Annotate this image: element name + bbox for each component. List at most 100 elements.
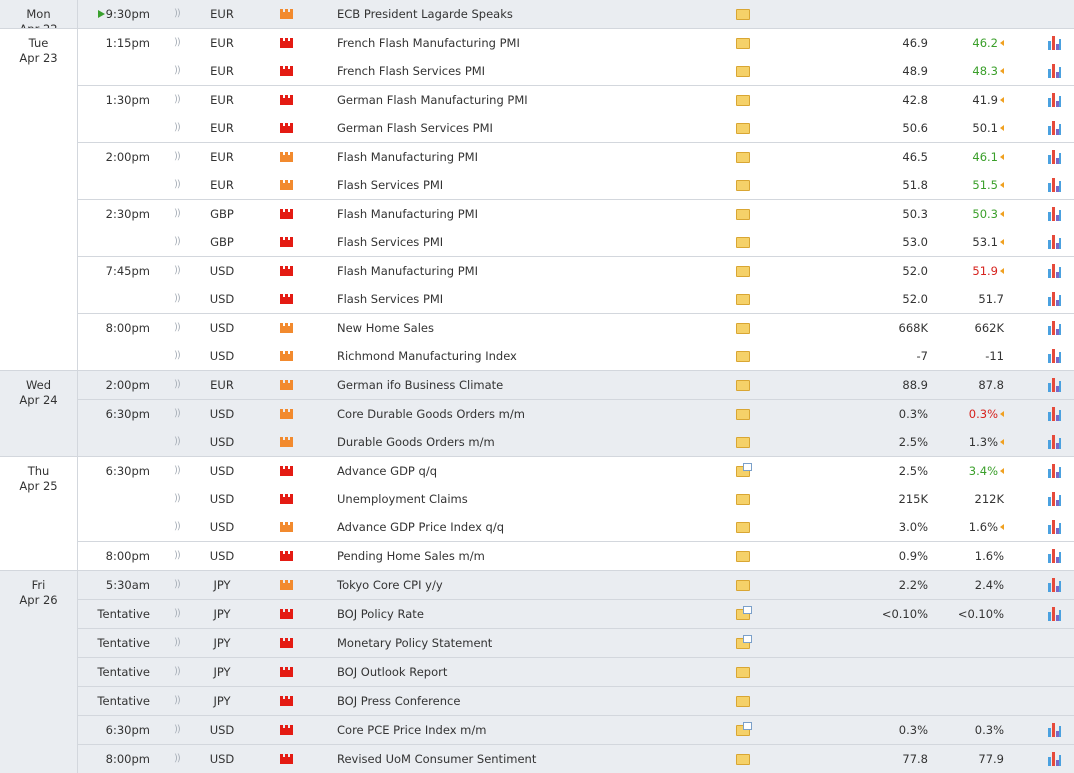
history-chart-icon[interactable]	[1048, 349, 1062, 363]
history-chart-icon[interactable]	[1048, 207, 1062, 221]
history-chart-icon[interactable]	[1048, 435, 1062, 449]
event-details-folder-icon[interactable]	[736, 494, 750, 505]
impact-high-icon[interactable]	[280, 754, 293, 764]
event-details-folder-icon[interactable]	[736, 580, 750, 591]
impact-medium-icon[interactable]	[280, 380, 293, 390]
event-row[interactable]: Tentative)) JPY BOJ Press Conference	[78, 687, 1074, 715]
event-title[interactable]: BOJ Policy Rate	[337, 600, 424, 628]
event-row[interactable]: )) USD Flash Services PMI 52.0 51.7	[78, 285, 1074, 313]
history-chart-icon[interactable]	[1048, 292, 1062, 306]
event-row[interactable]: Tentative)) JPY BOJ Policy Rate <0.10% <0.10…	[78, 600, 1074, 628]
history-chart-icon[interactable]	[1048, 150, 1062, 164]
event-details-folder-icon[interactable]	[736, 237, 750, 248]
event-details-folder-icon[interactable]	[736, 754, 750, 765]
event-row[interactable]: 8:00pm)) USD New Home Sales 668K 662K	[78, 314, 1074, 342]
impact-high-icon[interactable]	[280, 609, 293, 619]
event-details-folder-icon[interactable]	[736, 380, 750, 391]
event-notes-folder-icon[interactable]	[736, 463, 752, 477]
impact-high-icon[interactable]	[280, 696, 293, 706]
sound-alert-icon[interactable]: ))	[174, 114, 181, 142]
impact-high-icon[interactable]	[280, 638, 293, 648]
event-details-folder-icon[interactable]	[736, 409, 750, 420]
event-row[interactable]: )) USD Unemployment Claims 215K 212K	[78, 485, 1074, 513]
impact-high-icon[interactable]	[280, 725, 293, 735]
event-details-folder-icon[interactable]	[736, 351, 750, 362]
event-notes-folder-icon[interactable]	[736, 722, 752, 736]
history-chart-icon[interactable]	[1048, 464, 1062, 478]
history-chart-icon[interactable]	[1048, 36, 1062, 50]
impact-high-icon[interactable]	[280, 209, 293, 219]
event-title[interactable]: Advance GDP Price Index q/q	[337, 513, 504, 541]
impact-medium-icon[interactable]	[280, 437, 293, 447]
sound-alert-icon[interactable]: ))	[174, 485, 181, 513]
event-details-folder-icon[interactable]	[736, 667, 750, 678]
sound-alert-icon[interactable]: ))	[174, 658, 181, 686]
sound-alert-icon[interactable]: ))	[174, 342, 181, 370]
history-chart-icon[interactable]	[1048, 492, 1062, 506]
event-row[interactable]: 8:00pm)) USD Pending Home Sales m/m 0.9% 1.6…	[78, 542, 1074, 570]
impact-high-icon[interactable]	[280, 95, 293, 105]
event-row[interactable]: )) EUR French Flash Services PMI 48.9 48.3	[78, 57, 1074, 85]
impact-medium-icon[interactable]	[280, 180, 293, 190]
event-details-folder-icon[interactable]	[736, 152, 750, 163]
event-details-folder-icon[interactable]	[736, 38, 750, 49]
sound-alert-icon[interactable]: ))	[174, 600, 181, 628]
sound-alert-icon[interactable]: ))	[174, 285, 181, 313]
history-chart-icon[interactable]	[1048, 264, 1062, 278]
event-title[interactable]: Flash Manufacturing PMI	[337, 143, 478, 171]
event-notes-folder-icon[interactable]	[736, 635, 752, 649]
history-chart-icon[interactable]	[1048, 578, 1062, 592]
sound-alert-icon[interactable]: ))	[174, 428, 181, 456]
impact-high-icon[interactable]	[280, 667, 293, 677]
impact-medium-icon[interactable]	[280, 9, 293, 19]
event-title[interactable]: Pending Home Sales m/m	[337, 542, 485, 570]
event-details-folder-icon[interactable]	[736, 9, 750, 20]
sound-alert-icon[interactable]: ))	[174, 29, 181, 57]
sound-alert-icon[interactable]: ))	[174, 0, 181, 28]
history-chart-icon[interactable]	[1048, 607, 1062, 621]
impact-high-icon[interactable]	[280, 266, 293, 276]
history-chart-icon[interactable]	[1048, 752, 1062, 766]
event-details-folder-icon[interactable]	[736, 551, 750, 562]
history-chart-icon[interactable]	[1048, 549, 1062, 563]
event-row[interactable]: )) USD Durable Goods Orders m/m 2.5% 1.3%	[78, 428, 1074, 456]
event-title[interactable]: German Flash Services PMI	[337, 114, 493, 142]
event-details-folder-icon[interactable]	[736, 266, 750, 277]
event-title[interactable]: Flash Manufacturing PMI	[337, 200, 478, 228]
history-chart-icon[interactable]	[1048, 178, 1062, 192]
sound-alert-icon[interactable]: ))	[174, 716, 181, 744]
event-title[interactable]: New Home Sales	[337, 314, 434, 342]
event-row[interactable]: )) GBP Flash Services PMI 53.0 53.1	[78, 228, 1074, 256]
sound-alert-icon[interactable]: ))	[174, 542, 181, 570]
event-row[interactable]: 6:30pm)) USD Advance GDP q/q 2.5% 3.4%	[78, 457, 1074, 485]
event-details-folder-icon[interactable]	[736, 323, 750, 334]
impact-medium-icon[interactable]	[280, 152, 293, 162]
impact-high-icon[interactable]	[280, 494, 293, 504]
sound-alert-icon[interactable]: ))	[174, 171, 181, 199]
event-title[interactable]: German ifo Business Climate	[337, 371, 503, 399]
history-chart-icon[interactable]	[1048, 407, 1062, 421]
sound-alert-icon[interactable]: ))	[174, 228, 181, 256]
history-chart-icon[interactable]	[1048, 321, 1062, 335]
event-title[interactable]: Monetary Policy Statement	[337, 629, 492, 657]
history-chart-icon[interactable]	[1048, 121, 1062, 135]
sound-alert-icon[interactable]: ))	[174, 257, 181, 285]
sound-alert-icon[interactable]: ))	[174, 314, 181, 342]
impact-medium-icon[interactable]	[280, 409, 293, 419]
history-chart-icon[interactable]	[1048, 64, 1062, 78]
event-title[interactable]: Durable Goods Orders m/m	[337, 428, 495, 456]
event-row[interactable]: 7:45pm)) USD Flash Manufacturing PMI 52.0 51…	[78, 257, 1074, 285]
sound-alert-icon[interactable]: ))	[174, 513, 181, 541]
event-row[interactable]: 2:30pm)) GBP Flash Manufacturing PMI 50.3 50…	[78, 200, 1074, 228]
sound-alert-icon[interactable]: ))	[174, 629, 181, 657]
event-title[interactable]: Flash Services PMI	[337, 285, 443, 313]
event-row[interactable]: )) EUR Flash Services PMI 51.8 51.5	[78, 171, 1074, 199]
event-title[interactable]: Core Durable Goods Orders m/m	[337, 400, 525, 428]
sound-alert-icon[interactable]: ))	[174, 143, 181, 171]
history-chart-icon[interactable]	[1048, 235, 1062, 249]
event-title[interactable]: Advance GDP q/q	[337, 457, 437, 485]
impact-high-icon[interactable]	[280, 66, 293, 76]
event-row[interactable]: 1:15pm)) EUR French Flash Manufacturing PM…	[78, 29, 1074, 57]
impact-high-icon[interactable]	[280, 551, 293, 561]
event-title[interactable]: ECB President Lagarde Speaks	[337, 0, 513, 28]
